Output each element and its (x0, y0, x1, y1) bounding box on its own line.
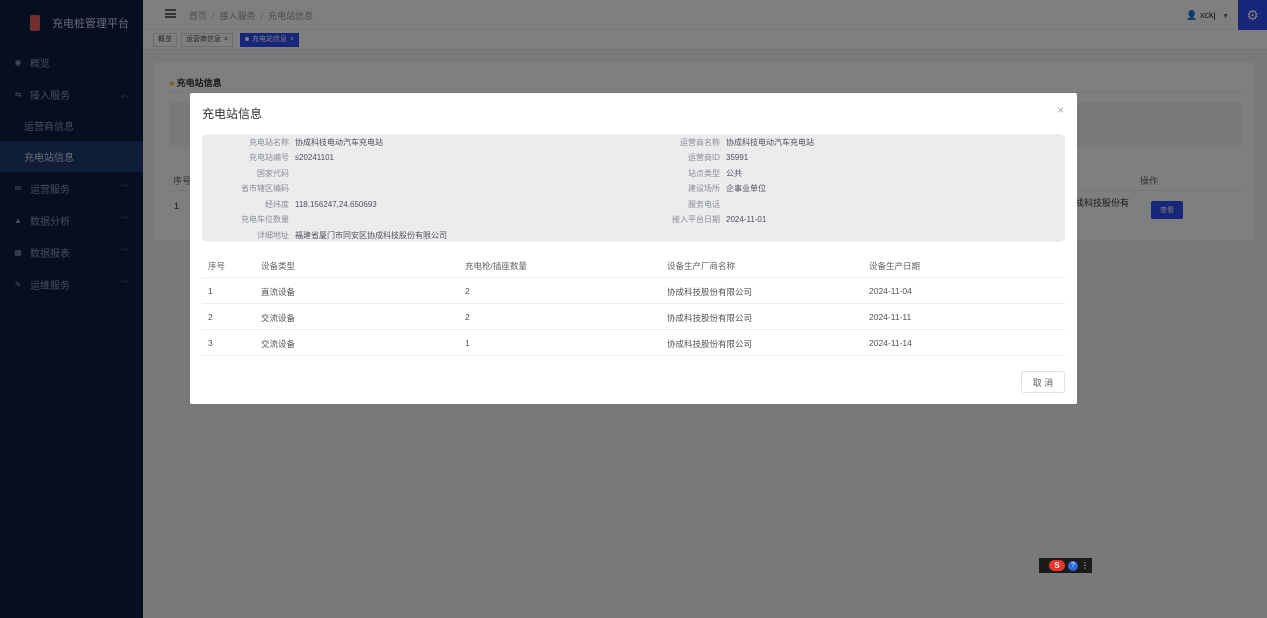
info-access-date: 接入平台日期 2024-11-01 (672, 215, 767, 224)
table-row: 1 直流设备 2 协成科技股份有限公司 2024-11-04 (202, 278, 1065, 304)
th-production-date: 设备生产日期 (869, 261, 921, 271)
td-production-date: 2024-11-04 (869, 286, 912, 296)
td-device-type: 直流设备 (261, 287, 296, 297)
table-row: 3 交流设备 1 协成科技股份有限公司 2024-11-14 (202, 330, 1065, 356)
td-production-date: 2024-11-14 (869, 338, 912, 348)
info-construction-site: 建设场所 企事业单位 (688, 184, 766, 193)
td-index: 1 (208, 286, 213, 296)
th-manufacturer: 设备生产厂商名称 (667, 261, 736, 271)
info-service-phone: 服务电话 (688, 200, 720, 209)
cancel-button[interactable]: 取 消 (1021, 371, 1065, 393)
floating-toolbar[interactable]: S ? ⋮ (1039, 558, 1092, 573)
td-production-date: 2024-11-11 (869, 312, 912, 322)
equipment-table: 序号 设备类型 充电枪/插座数量 设备生产厂商名称 设备生产日期 1 直流设备 … (202, 252, 1065, 356)
station-info-dialog: 充电站信息 × 充电站名称 协成科技电动汽车充电站 充电站编号 s20241101 … (190, 93, 1077, 404)
table-header: 序号 设备类型 充电枪/插座数量 设备生产厂商名称 设备生产日期 (202, 252, 1065, 278)
td-connector-count: 2 (465, 286, 470, 296)
td-device-type: 交流设备 (261, 313, 296, 323)
info-coordinates: 经纬度 118.156247,24.650693 (265, 200, 377, 209)
td-device-type: 交流设备 (261, 339, 296, 349)
help-icon[interactable]: ? (1068, 560, 1078, 571)
dialog-title: 充电站信息 (202, 107, 263, 121)
td-index: 3 (208, 338, 213, 348)
th-connector-count: 充电枪/插座数量 (465, 261, 527, 271)
td-connector-count: 1 (465, 338, 470, 348)
info-country-code: 国家代码 (257, 169, 289, 178)
td-index: 2 (208, 312, 213, 322)
info-parking-count: 充电车位数量 (241, 215, 289, 224)
close-icon[interactable]: × (1057, 103, 1064, 117)
td-manufacturer: 协成科技股份有限公司 (667, 339, 753, 349)
th-index: 序号 (208, 261, 226, 271)
info-station-type: 站点类型 公共 (688, 169, 742, 178)
more-icon[interactable]: ⋮ (1081, 561, 1089, 570)
info-station-name: 充电站名称 协成科技电动汽车充电站 (249, 138, 383, 147)
info-station-code: 充电站编号 s20241101 (249, 153, 334, 162)
table-row: 2 交流设备 2 协成科技股份有限公司 2024-11-11 (202, 304, 1065, 330)
sogou-icon[interactable]: S (1049, 560, 1065, 571)
info-operator-name: 运营商名称 协成科技电动汽车充电站 (680, 138, 814, 147)
info-operator-id: 运营商ID 35991 (688, 153, 749, 162)
td-manufacturer: 协成科技股份有限公司 (667, 313, 753, 323)
td-manufacturer: 协成科技股份有限公司 (667, 287, 753, 297)
td-connector-count: 2 (465, 312, 470, 322)
th-device-type: 设备类型 (261, 261, 296, 271)
info-area-code: 省市辖区编码 (241, 184, 289, 193)
station-info-panel: 充电站名称 协成科技电动汽车充电站 充电站编号 s20241101 国家代码 省市辖… (202, 134, 1065, 242)
info-address: 详细地址 福建省厦门市同安区协成科技股份有限公司 (257, 231, 447, 240)
